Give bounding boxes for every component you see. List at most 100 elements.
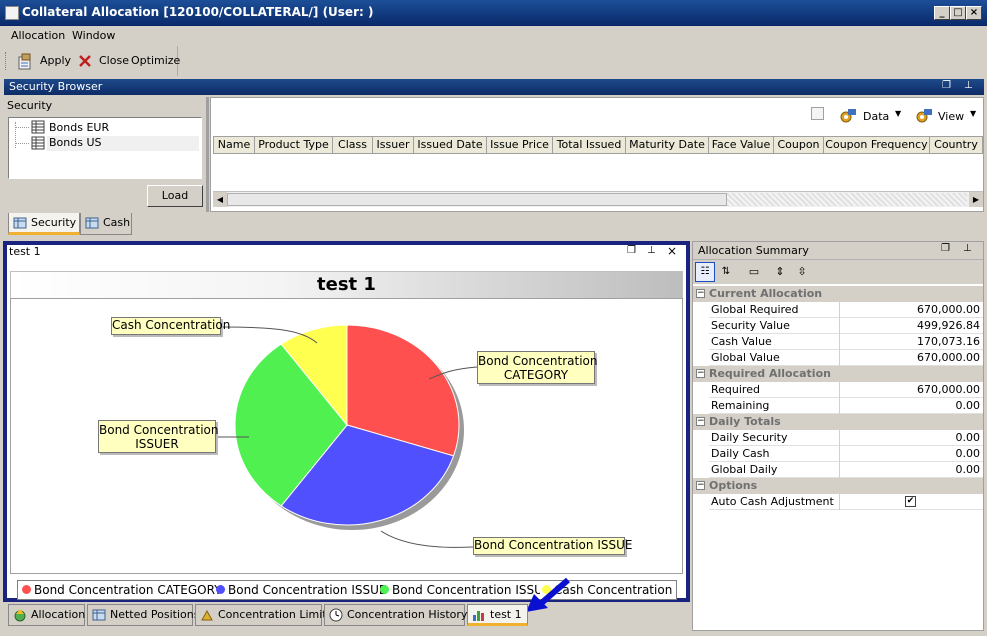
chevron-down-icon[interactable]: ▼: [895, 109, 901, 118]
col-total-issued[interactable]: Total Issued: [553, 136, 626, 154]
prop-value: 670,000.00: [917, 303, 980, 316]
select-checkbox[interactable]: [811, 107, 824, 120]
restore-icon[interactable]: ❐: [942, 80, 951, 91]
expand-all-icon[interactable]: ⇕: [771, 263, 789, 281]
scroll-right-icon[interactable]: ▶: [969, 192, 983, 207]
tab-concentration-history[interactable]: Concentration History: [324, 604, 467, 626]
section-required-allocation[interactable]: − Required Allocation: [693, 366, 983, 382]
tab-security[interactable]: Security: [8, 213, 80, 235]
col-country[interactable]: Country: [930, 136, 983, 154]
restore-icon[interactable]: ❐: [941, 243, 950, 254]
tab-cash[interactable]: Cash: [80, 213, 132, 235]
tab-netted-positions[interactable]: Netted Positions: [87, 604, 199, 626]
restore-icon[interactable]: ❐: [627, 245, 636, 256]
close-icon[interactable]: [78, 54, 92, 68]
toolbar: Apply Close Optimize: [0, 46, 180, 76]
col-class[interactable]: Class: [333, 136, 373, 154]
close-button[interactable]: Close: [99, 54, 129, 67]
col-face-value[interactable]: Face Value: [709, 136, 774, 154]
allocation-icon: [14, 609, 26, 622]
apply-button[interactable]: Apply: [40, 54, 71, 67]
security-grid-pane: Data ▼ View ▼ Name Product Type Class Is…: [210, 97, 984, 212]
property-grid: − Current Allocation Global Required 670,0…: [693, 286, 983, 516]
collapse-icon[interactable]: −: [696, 289, 705, 298]
col-maturity-date[interactable]: Maturity Date: [626, 136, 709, 154]
tree-line: [15, 127, 29, 128]
col-issued-date[interactable]: Issued Date: [414, 136, 487, 154]
scroll-left-icon[interactable]: ◀: [213, 192, 227, 207]
tree-item-bonds-us[interactable]: Bonds US: [47, 136, 199, 151]
col-coupon-frequency[interactable]: Coupon Frequency: [824, 136, 930, 154]
gear-icon[interactable]: [915, 107, 933, 125]
prop-row-cash-value[interactable]: Cash Value 170,073.16: [709, 334, 983, 350]
section-label: Required Allocation: [709, 367, 831, 380]
section-options[interactable]: − Options: [693, 478, 983, 494]
section-current-allocation[interactable]: − Current Allocation: [693, 286, 983, 302]
section-daily-totals[interactable]: − Daily Totals: [693, 414, 983, 430]
apply-icon[interactable]: [17, 53, 35, 70]
chevron-down-icon[interactable]: ▼: [970, 109, 976, 118]
pin-icon[interactable]: ⊥: [964, 80, 973, 91]
col-product-type[interactable]: Product Type: [255, 136, 333, 154]
scroll-track[interactable]: [727, 193, 967, 206]
col-issue-price[interactable]: Issue Price: [487, 136, 553, 154]
load-button[interactable]: Load: [147, 185, 203, 207]
prop-row-global-daily[interactable]: Global Daily 0.00: [709, 462, 983, 478]
col-issuer[interactable]: Issuer: [373, 136, 414, 154]
chart-title: test 1: [10, 271, 683, 299]
collapse-icon[interactable]: −: [696, 481, 705, 490]
pin-icon[interactable]: ⊥: [647, 245, 656, 256]
prop-row-daily-cash[interactable]: Daily Cash 0.00: [709, 446, 983, 462]
col-name[interactable]: Name: [213, 136, 255, 154]
collapse-icon[interactable]: −: [696, 369, 705, 378]
callout-issuer-line1: Bond Concentration: [99, 423, 219, 437]
gear-icon[interactable]: [839, 107, 857, 125]
tab-concentration-limits[interactable]: Concentration Limits: [195, 604, 332, 626]
table-icon: [92, 609, 106, 621]
col-coupon[interactable]: Coupon: [774, 136, 824, 154]
col-divider: [839, 350, 840, 366]
chart-panel-header: test 1 ❐ ⊥ ×: [7, 244, 686, 261]
prop-row-global-required[interactable]: Global Required 670,000.00: [709, 302, 983, 318]
horizontal-scrollbar[interactable]: ◀ ▶: [213, 191, 983, 207]
sort-alpha-icon[interactable]: ⇅: [717, 263, 735, 281]
prop-row-required[interactable]: Required 670,000.00: [709, 382, 983, 398]
prop-row-security-value[interactable]: Security Value 499,926.84: [709, 318, 983, 334]
splitter[interactable]: [206, 97, 209, 212]
prop-label: Security Value: [711, 319, 790, 332]
prop-row-remaining[interactable]: Remaining 0.00: [709, 398, 983, 414]
tree-item-bonds-eur[interactable]: Bonds EUR: [49, 121, 199, 136]
section-label: Daily Totals: [709, 415, 781, 428]
prop-value: 0.00: [955, 399, 981, 412]
tab-test-1[interactable]: test 1: [467, 604, 528, 626]
data-menu[interactable]: Data: [863, 110, 889, 123]
prop-row-global-value[interactable]: Global Value 670,000.00: [709, 350, 983, 366]
tab-allocation[interactable]: Allocation: [8, 604, 85, 626]
prop-label: Auto Cash Adjustment: [711, 495, 834, 508]
scroll-thumb[interactable]: [227, 193, 727, 206]
close-window-button[interactable]: ×: [966, 6, 982, 20]
legend-dot: [216, 585, 225, 594]
menu-allocation[interactable]: Allocation: [11, 29, 65, 42]
collapse-icon[interactable]: −: [696, 417, 705, 426]
pin-icon[interactable]: ⊥: [963, 243, 972, 254]
close-icon[interactable]: ×: [667, 244, 677, 258]
tree-line: [15, 122, 16, 148]
categorized-icon[interactable]: ☷: [695, 262, 715, 282]
security-tree: Bonds EUR Bonds US: [8, 117, 202, 179]
prop-row-auto-cash-adjustment[interactable]: Auto Cash Adjustment ✔: [709, 494, 983, 510]
callout-issue: Bond Concentration ISSUE: [473, 537, 632, 555]
optimize-button[interactable]: Optimize: [131, 54, 180, 67]
allocation-summary-panel: Allocation Summary ❐ ⊥ ☷ ⇅ ▭ ⇕ ⇳ − Curren…: [692, 241, 984, 631]
security-browser-title: Security Browser: [9, 80, 103, 93]
property-pages-icon[interactable]: ▭: [745, 263, 763, 281]
window-title: Collateral Allocation [120100/COLLATERAL…: [22, 5, 374, 19]
collapse-all-icon[interactable]: ⇳: [793, 263, 811, 281]
menu-window[interactable]: Window: [72, 29, 115, 42]
minimize-button[interactable]: _: [934, 6, 950, 20]
maximize-button[interactable]: □: [950, 6, 966, 20]
auto-cash-checkbox[interactable]: ✔: [905, 496, 916, 507]
legend-item-category: Bond Concentration CATEGORY: [22, 583, 222, 597]
prop-row-daily-security[interactable]: Daily Security 0.00: [709, 430, 983, 446]
view-menu[interactable]: View: [938, 110, 964, 123]
